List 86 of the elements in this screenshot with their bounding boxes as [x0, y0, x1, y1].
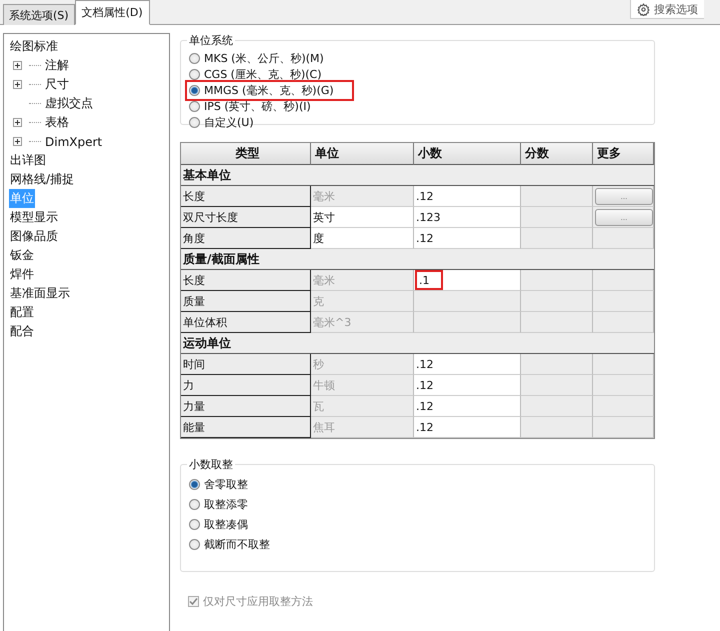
table-cell: 焦耳 [311, 417, 414, 438]
column-header: 单位 [311, 143, 414, 165]
radio-option[interactable]: 取整添零 [187, 496, 251, 512]
expand-icon[interactable] [13, 137, 22, 146]
highlighted-value[interactable]: .1 [417, 272, 441, 288]
tree-item[interactable]: 配置 [9, 303, 35, 322]
tree-item[interactable]: 表格 [44, 113, 70, 132]
table-cell[interactable]: .12 [414, 186, 521, 207]
table-cell: 力 [181, 375, 311, 396]
tree-item[interactable]: 模型显示 [9, 208, 59, 227]
table-cell [521, 375, 593, 396]
table-cell: 克 [311, 291, 414, 312]
table-cell: 单位体积 [181, 312, 311, 333]
table-cell: 毫米 [311, 186, 414, 207]
tree-item[interactable]: 出详图 [9, 151, 47, 170]
table-cell[interactable]: .12 [414, 354, 521, 375]
checkbox-label: 仅对尺寸应用取整方法 [203, 594, 313, 609]
table-cell[interactable]: .12 [414, 375, 521, 396]
tree-item[interactable]: 配合 [9, 322, 35, 341]
expand-icon[interactable] [13, 118, 22, 127]
radio-option[interactable]: 取整凑偶 [187, 516, 251, 532]
table-cell: 力量 [181, 396, 311, 417]
column-header: 类型 [181, 143, 311, 165]
expand-icon[interactable] [13, 61, 22, 70]
table-cell: 长度 [181, 186, 311, 207]
radio-button[interactable] [189, 116, 200, 128]
radio-button[interactable] [189, 84, 200, 96]
table-cell: 牛顿 [311, 375, 414, 396]
radio-button[interactable] [189, 538, 200, 550]
group-title: 小数取整 [188, 457, 234, 472]
gear-icon [637, 2, 650, 16]
table-cell: 毫米 [311, 270, 414, 291]
tree-item[interactable]: 绘图标准 [9, 37, 59, 56]
table-cell: 质量 [181, 291, 311, 312]
tree-item[interactable]: 尺寸 [44, 75, 70, 94]
table-cell[interactable]: .123 [414, 207, 521, 228]
column-header: 小数 [414, 143, 521, 165]
search-options[interactable]: 搜索选项 [630, 0, 704, 19]
table-cell [521, 312, 593, 333]
more-button[interactable]: ... [595, 188, 653, 204]
radio-button[interactable] [189, 68, 200, 80]
table-cell: 秒 [311, 354, 414, 375]
radio-option[interactable]: MMGS (毫米、克、秒)(G) [187, 82, 352, 98]
table-cell: 瓦 [311, 396, 414, 417]
radio-option[interactable]: 自定义(U) [187, 114, 257, 130]
radio-button[interactable] [189, 498, 200, 510]
table-cell[interactable]: .12 [414, 228, 521, 249]
radio-button[interactable] [189, 52, 200, 64]
tree-item[interactable]: 虚拟交点 [44, 94, 94, 113]
tree-item[interactable]: 基准面显示 [9, 284, 71, 303]
radio-option[interactable]: MKS (米、公斤、秒)(M) [187, 50, 327, 66]
column-header: 分数 [521, 143, 593, 165]
radio-option[interactable]: IPS (英寸、磅、秒)(I) [187, 98, 314, 114]
table-cell[interactable]: 度 [311, 228, 414, 249]
table-cell: 能量 [181, 417, 311, 438]
radio-option[interactable]: CGS (厘米、克、秒)(C) [187, 66, 325, 82]
radio-option[interactable]: 截断而不取整 [187, 536, 273, 552]
table-cell [521, 291, 593, 312]
tree-item[interactable]: 注解 [44, 56, 70, 75]
tree-item[interactable]: 钣金 [9, 246, 35, 265]
tree-item[interactable]: DimXpert [44, 134, 104, 150]
radio-button[interactable] [189, 478, 200, 490]
table-cell [521, 354, 593, 375]
table-cell [521, 228, 593, 249]
tree-item[interactable]: 网格线/捕捉 [9, 170, 76, 189]
table-cell [521, 396, 593, 417]
table-cell[interactable]: 英寸 [311, 207, 414, 228]
tab[interactable]: 系统选项(S) [3, 4, 75, 25]
more-button[interactable]: ... [595, 208, 653, 226]
expand-icon[interactable] [13, 80, 22, 89]
radio-button[interactable] [189, 518, 200, 530]
table-cell: 时间 [181, 354, 311, 375]
tree-item[interactable]: 焊件 [9, 265, 35, 284]
search-label: 搜索选项 [654, 2, 698, 16]
tree-item[interactable]: 图像品质 [9, 227, 59, 246]
table-cell: 毫米^3 [311, 312, 414, 333]
table-cell: 双尺寸长度 [181, 207, 311, 228]
radio-button[interactable] [189, 100, 200, 112]
radio-option[interactable]: 舍零取整 [187, 476, 251, 492]
table-cell[interactable]: .12 [414, 417, 521, 438]
table-cell: 长度 [181, 270, 311, 291]
table-cell: 角度 [181, 228, 311, 249]
table-cell[interactable]: .12 [414, 396, 521, 417]
group-title: 单位系统 [188, 33, 234, 48]
column-header: 更多 [593, 143, 654, 165]
tab[interactable]: 文档属性(D) [74, 0, 150, 25]
